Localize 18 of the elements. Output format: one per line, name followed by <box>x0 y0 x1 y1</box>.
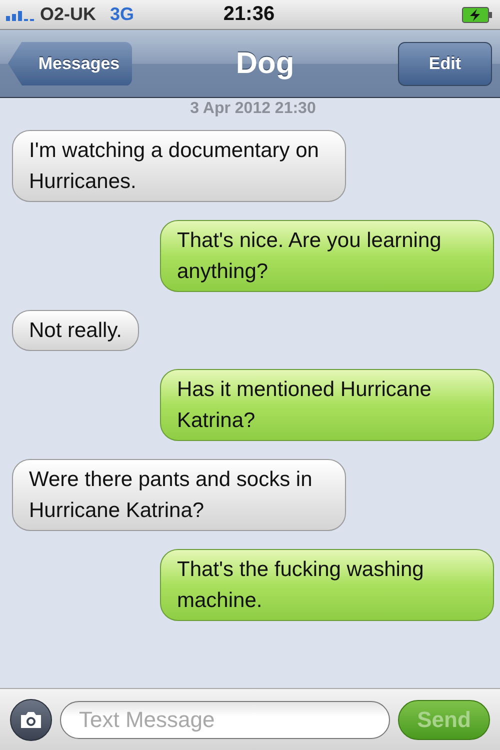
conversation-title: Dog <box>236 46 294 80</box>
received-message: I'm watching a documentary on Hurricanes. <box>12 130 346 202</box>
carrier-name: O2-UK <box>40 4 96 25</box>
camera-icon <box>19 710 43 728</box>
battery-charging-icon <box>462 6 492 22</box>
received-message: Were there pants and socks in Hurricane Katrina? <box>12 459 346 531</box>
status-time: 21:36 <box>223 3 275 26</box>
camera-button[interactable] <box>10 698 52 740</box>
signal-icon <box>6 8 36 20</box>
edit-button[interactable]: Edit <box>398 42 492 86</box>
message-field[interactable]: Text Message <box>60 700 390 738</box>
sent-message: That's the fucking washing machine. <box>160 549 494 621</box>
network-type: 3G <box>110 4 134 25</box>
message-timestamp: 3 Apr 2012 21:30 <box>190 100 316 118</box>
sent-message: Has it mentioned Hurricane Katrina? <box>160 369 494 441</box>
back-button[interactable]: Messages <box>8 42 132 86</box>
received-message: Not really. <box>12 310 139 351</box>
sent-message: That's nice. Are you learning anything? <box>160 220 494 292</box>
